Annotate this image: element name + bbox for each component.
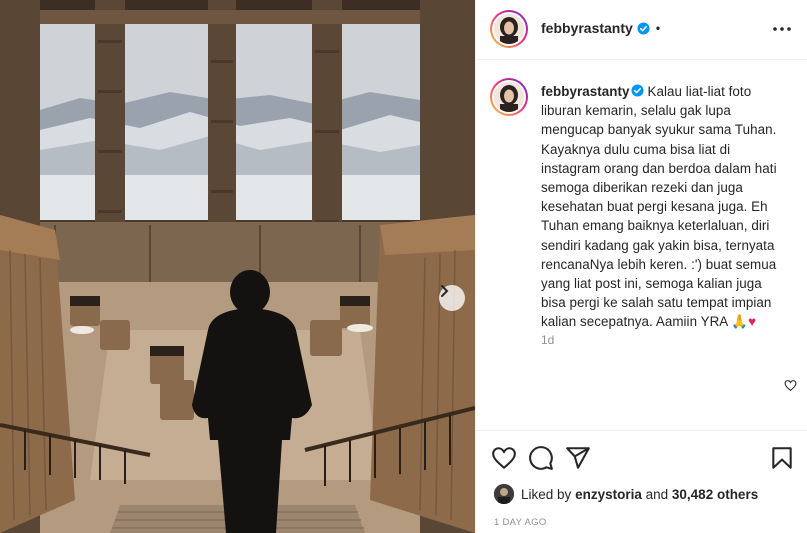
next-photo-button[interactable] [439, 285, 465, 311]
chevron-right-icon [441, 285, 449, 297]
avatar-border [492, 80, 526, 114]
likes-and: and [645, 486, 669, 502]
header-avatar[interactable] [490, 10, 528, 48]
caption-line: Tuhan emang baiknya keterlaluan, diri [541, 218, 770, 234]
caption-avatar[interactable] [490, 78, 528, 116]
avatar-portrait [494, 14, 524, 44]
caption-area: febbyrastanty Kalau liat-liat foto libura… [476, 61, 807, 429]
heart-icon[interactable] [491, 445, 517, 471]
post-side-panel: febbyrastanty • febbyrastanty Kalau liat… [475, 0, 807, 533]
likes-summary: Liked by enzystoria and 30,482 others [494, 484, 758, 504]
comment-icon[interactable] [528, 445, 554, 471]
header-separator: • [655, 21, 661, 35]
caption-line: yang liat post ini, semoga kalian juga [541, 276, 762, 292]
caption-line: sendiri kadang gak yakin bisa, ternyata [541, 237, 775, 253]
likes-count[interactable]: 30,482 others [672, 487, 758, 502]
avatar-portrait [494, 82, 524, 112]
caption-line: liburan kemarin, selalu gak lupa [541, 103, 731, 119]
avatar-border [492, 12, 526, 46]
more-options-icon[interactable] [770, 19, 794, 39]
verified-badge-icon [637, 21, 650, 35]
caption-line: bisa pergi ke salah satu tempat impian [541, 295, 772, 311]
avatar-image [494, 82, 524, 112]
photo-illustration [0, 0, 475, 533]
caption-line: mengucap banyak syukur sama Tuhan. [541, 122, 777, 138]
liker-avatar[interactable] [494, 484, 514, 504]
share-icon[interactable] [565, 445, 591, 471]
caption-line-text: Kalau liat-liat foto [647, 84, 752, 99]
caption-line: Kayaknya dulu cuma bisa liat di [541, 141, 731, 157]
caption-age: 1d [541, 333, 555, 347]
pray-emoji-icon: 🙏 [731, 314, 749, 330]
red-heart-emoji-icon: ♥ [748, 314, 757, 330]
post-header: febbyrastanty • [476, 0, 807, 60]
caption-line: kalian secepatnya. Aamiin YRA 🙏♥ [541, 312, 793, 331]
action-bar [476, 430, 807, 480]
post-date[interactable]: 1 DAY AGO [494, 517, 547, 528]
avatar-image [494, 14, 524, 44]
caption-line: kesehatan buat pergi kesana juga. Eh [541, 199, 768, 215]
header-username[interactable]: febbyrastanty [541, 20, 633, 36]
caption-username[interactable]: febbyrastanty [541, 84, 629, 99]
liker-avatar-image [494, 484, 514, 504]
caption-line: febbyrastanty Kalau liat-liat foto [541, 82, 793, 101]
comment-like-heart-icon[interactable] [784, 379, 797, 392]
caption-line: semoga diberikan rezeki dan juga [541, 180, 743, 196]
caption-line: rencanaNya lebih keren. :') buat semua [541, 256, 777, 272]
caption-line-text: kalian secepatnya. Aamiin YRA [541, 314, 728, 330]
instagram-post: febbyrastanty • febbyrastanty Kalau liat… [0, 0, 807, 533]
verified-badge-icon [631, 84, 645, 97]
post-photo[interactable] [0, 0, 475, 533]
bookmark-icon[interactable] [769, 445, 795, 471]
caption-line: instagram orang dan berdoa dalam hati [541, 160, 777, 176]
caption-text: febbyrastanty Kalau liat-liat foto libura… [541, 82, 793, 332]
likes-user[interactable]: enzystoria [575, 487, 642, 502]
header-username-row: febbyrastanty • [541, 20, 660, 36]
likes-prefix: Liked by [521, 486, 572, 502]
